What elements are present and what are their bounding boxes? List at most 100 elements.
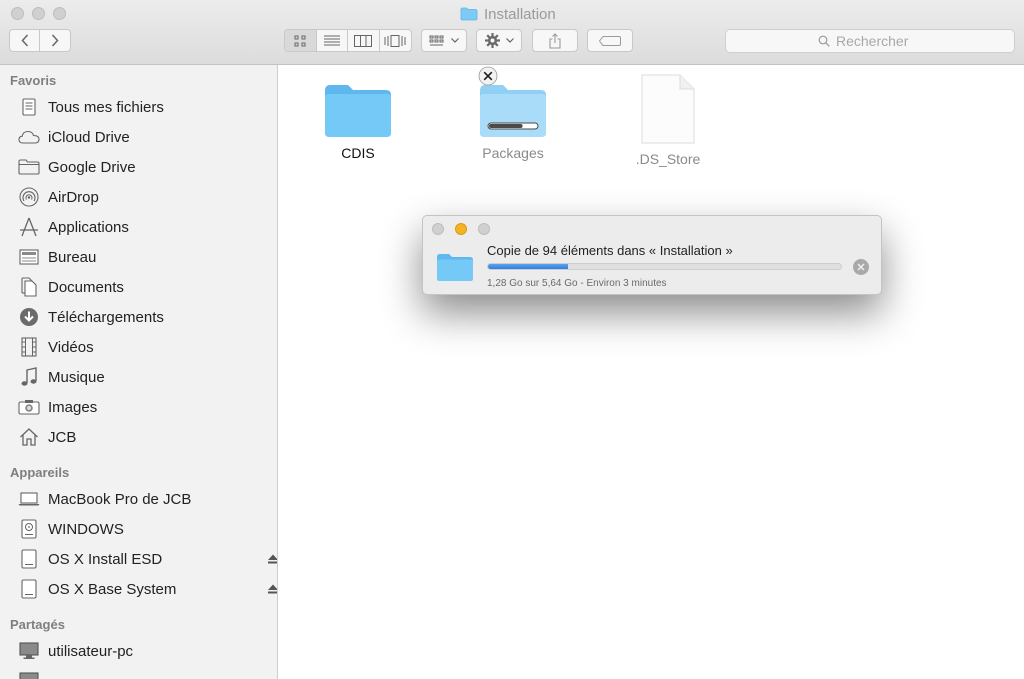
folder-icon bbox=[325, 85, 391, 137]
chevron-down-icon bbox=[505, 38, 514, 43]
share-button[interactable] bbox=[532, 29, 578, 52]
home-icon bbox=[18, 427, 40, 447]
sidebar-item-label: OS X Install ESD bbox=[48, 550, 163, 568]
column-view-button[interactable] bbox=[348, 30, 380, 51]
music-note-icon bbox=[18, 367, 40, 387]
view-mode-segmented-control bbox=[284, 29, 412, 52]
sidebar-section-devices: Appareils bbox=[10, 465, 70, 480]
disk-icon bbox=[18, 519, 40, 539]
drive-icon bbox=[18, 549, 40, 569]
film-icon bbox=[18, 337, 40, 357]
sidebar-section-favorites: Favoris bbox=[10, 73, 57, 88]
dialog-minimize-button[interactable] bbox=[455, 223, 467, 235]
downloads-icon bbox=[18, 307, 40, 327]
file-item-packages[interactable]: Packages bbox=[458, 66, 568, 161]
sidebar-item-label: MacBook Pro de JCB bbox=[48, 490, 192, 508]
document-icon bbox=[641, 74, 695, 144]
eject-icon[interactable] bbox=[267, 553, 278, 565]
file-browser-content: CDIS Packages .DS_Store bbox=[278, 65, 1024, 679]
sidebar-item-label: Bureau bbox=[48, 248, 97, 266]
sidebar-item-icloud-drive[interactable]: iCloud Drive bbox=[18, 124, 273, 150]
sidebar-item-images[interactable]: Images bbox=[18, 394, 273, 420]
file-item-ds-store[interactable]: .DS_Store bbox=[613, 73, 723, 167]
search-field[interactable] bbox=[725, 29, 1015, 53]
sidebar-item-label: OS X Base System bbox=[48, 580, 177, 598]
camera-icon bbox=[18, 397, 40, 417]
sidebar: Favoris Tous mes fichiers iCloud Drive G… bbox=[0, 65, 278, 679]
navigation-buttons bbox=[9, 29, 71, 52]
forward-button[interactable] bbox=[40, 30, 70, 51]
sidebar-item-label: Téléchargements bbox=[48, 308, 164, 326]
sidebar-item-label: Google Drive bbox=[48, 158, 136, 176]
sidebar-item-label: JCB bbox=[48, 428, 77, 446]
sidebar-item-airdrop[interactable]: AirDrop bbox=[18, 184, 273, 210]
sidebar-item-label: iCloud Drive bbox=[48, 128, 130, 146]
cover-flow-view-button[interactable] bbox=[380, 30, 411, 51]
copy-dialog-title: Copie de 94 éléments dans « Installation… bbox=[487, 243, 733, 258]
dialog-zoom-button[interactable] bbox=[478, 223, 490, 235]
eject-icon[interactable] bbox=[267, 583, 278, 595]
sidebar-item-documents[interactable]: Documents bbox=[18, 274, 273, 300]
sidebar-item-label: Vidéos bbox=[48, 338, 94, 356]
arrange-grid-icon bbox=[429, 35, 444, 45]
gear-icon bbox=[484, 33, 500, 48]
monitor-icon bbox=[18, 641, 40, 661]
tag-button[interactable] bbox=[587, 29, 633, 52]
column-view-icon bbox=[354, 34, 373, 47]
folder-copying-icon bbox=[480, 85, 546, 137]
sidebar-item-label: AirDrop bbox=[48, 188, 99, 206]
sidebar-item-all-files[interactable]: Tous mes fichiers bbox=[18, 94, 273, 120]
copy-progress-dialog: Copie de 94 éléments dans « Installation… bbox=[422, 215, 882, 295]
sidebar-item-label: utilisateur-pc bbox=[48, 642, 134, 660]
airdrop-icon bbox=[18, 187, 40, 207]
laptop-icon bbox=[18, 489, 40, 509]
minimize-window-button[interactable] bbox=[32, 7, 45, 20]
file-label: .DS_Store bbox=[635, 151, 701, 167]
cover-flow-view-icon bbox=[384, 34, 406, 47]
file-label: CDIS bbox=[341, 145, 375, 161]
tag-icon bbox=[599, 35, 621, 46]
sidebar-item-macbook[interactable]: MacBook Pro de JCB bbox=[18, 486, 273, 512]
window-title: Installation bbox=[484, 5, 556, 23]
monitor-icon bbox=[18, 671, 40, 679]
sidebar-item-home[interactable]: JCB bbox=[18, 424, 273, 450]
cancel-copy-button[interactable] bbox=[853, 259, 869, 275]
copy-progress-fill bbox=[488, 264, 569, 269]
action-menu-button[interactable] bbox=[476, 29, 522, 52]
sidebar-item-osx-install-esd[interactable]: OS X Install ESD bbox=[18, 546, 277, 572]
sidebar-item-label: Applications bbox=[48, 218, 129, 236]
close-window-button[interactable] bbox=[11, 7, 24, 20]
share-icon bbox=[549, 32, 561, 49]
list-view-button[interactable] bbox=[317, 30, 348, 51]
sidebar-item-windows[interactable]: WINDOWS bbox=[18, 516, 273, 542]
sidebar-item-utilisateur-pc[interactable]: utilisateur-pc bbox=[18, 638, 273, 664]
icon-view-icon bbox=[294, 35, 306, 46]
dialog-close-button[interactable] bbox=[432, 223, 444, 235]
chevron-down-icon bbox=[451, 38, 459, 43]
icon-view-button[interactable] bbox=[285, 30, 317, 51]
sidebar-item-label: Musique bbox=[48, 368, 105, 386]
sidebar-item-videos[interactable]: Vidéos bbox=[18, 334, 273, 360]
arrange-button[interactable] bbox=[421, 29, 467, 52]
sidebar-item-label: Documents bbox=[48, 278, 124, 296]
zoom-window-button[interactable] bbox=[53, 7, 66, 20]
all-files-icon bbox=[18, 97, 40, 117]
sidebar-item-music[interactable]: Musique bbox=[18, 364, 273, 390]
close-icon[interactable] bbox=[478, 66, 498, 86]
sidebar-item-desktop[interactable]: Bureau bbox=[18, 244, 273, 270]
sidebar-item-downloads[interactable]: Téléchargements bbox=[18, 304, 273, 330]
desktop-icon bbox=[18, 247, 40, 267]
sidebar-item-google-drive[interactable]: Google Drive bbox=[18, 154, 273, 180]
folder-icon bbox=[18, 157, 40, 177]
folder-icon bbox=[460, 7, 478, 21]
sidebar-item-applications[interactable]: Applications bbox=[18, 214, 273, 240]
file-item-cdis[interactable]: CDIS bbox=[303, 79, 413, 161]
back-button[interactable] bbox=[10, 30, 41, 51]
sidebar-item-partial[interactable] bbox=[18, 668, 273, 679]
search-input[interactable] bbox=[836, 33, 922, 49]
sidebar-item-osx-base-system[interactable]: OS X Base System bbox=[18, 576, 277, 602]
toolbar: Installation bbox=[0, 0, 1024, 65]
applications-icon bbox=[18, 217, 40, 237]
finder-window: Installation Rechercher Favoris Tous mes… bbox=[0, 0, 1024, 679]
drive-icon bbox=[18, 579, 40, 599]
